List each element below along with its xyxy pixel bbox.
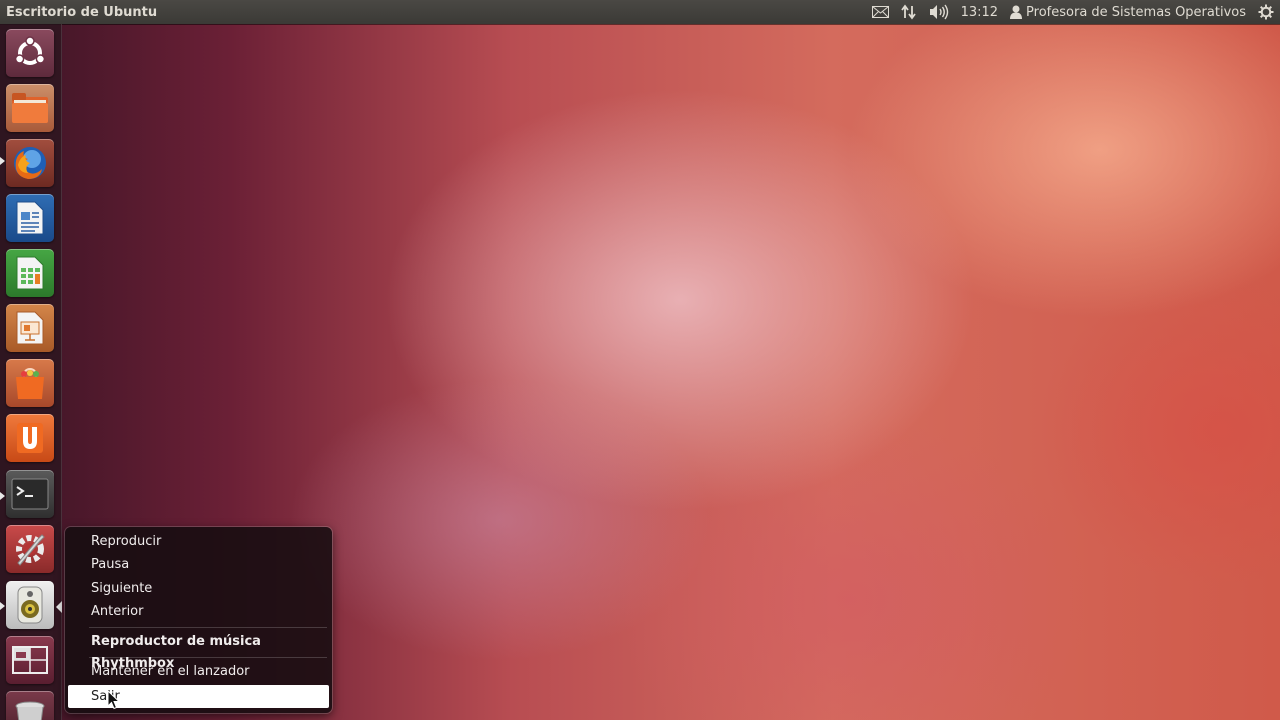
launcher-rhythmbox[interactable] [6,581,54,629]
session-gear-icon[interactable] [1252,0,1280,24]
user-name[interactable]: Profesora de Sistemas Operativos [1024,0,1252,24]
volume-icon[interactable] [923,0,955,24]
launcher-writer[interactable] [6,194,54,242]
menu-separator [89,627,327,628]
speaker-icon [17,586,43,624]
workspaces-icon [12,646,48,674]
launcher-workspace-switcher[interactable] [6,636,54,684]
menu-item-next[interactable]: Siguiente [91,578,152,600]
rhythmbox-quicklist: Reproducir Pausa Siguiente Anterior Repr… [65,527,332,713]
ubuntu-logo-icon [14,36,46,65]
clock[interactable]: 13:12 [955,0,1004,24]
settings-icon [16,534,45,566]
menu-item-keep-in-launcher[interactable]: Mantener en el lanzador [91,661,250,683]
trash-icon [15,701,45,720]
menu-item-pause[interactable]: Pausa [91,554,129,576]
launcher-system-settings[interactable] [6,525,54,573]
quicklist-pointer [56,601,62,613]
top-panel: Escritorio de Ubuntu 13:12 Profesora de … [0,0,1280,24]
menu-separator [89,657,327,658]
launcher [0,24,62,720]
launcher-dash-home[interactable] [6,29,54,77]
shopping-bag-icon [16,367,44,399]
running-indicator [0,157,5,165]
launcher-firefox[interactable] [6,139,54,187]
running-indicator [0,602,5,610]
launcher-calc[interactable] [6,249,54,297]
menu-item-app-title[interactable]: Reproductor de música Rhythmbox [91,631,332,671]
impress-icon [16,311,44,345]
calc-icon [16,256,44,290]
firefox-icon [14,147,46,179]
launcher-terminal[interactable] [6,470,54,518]
terminal-icon [11,478,49,510]
indicator-area: 13:12 Profesora de Sistemas Operativos [866,0,1280,24]
launcher-ubuntu-one[interactable] [6,414,54,462]
ubuntu-one-icon [17,423,43,453]
mail-icon[interactable] [866,0,895,24]
launcher-impress[interactable] [6,304,54,352]
folder-icon [12,93,48,123]
mouse-cursor-icon [107,690,121,710]
launcher-files[interactable] [6,84,54,132]
window-title: Escritorio de Ubuntu [6,4,158,20]
running-indicator [0,492,5,500]
network-icon[interactable] [895,0,923,24]
writer-icon [16,201,44,235]
menu-item-previous[interactable]: Anterior [91,601,143,623]
user-icon [1004,0,1024,24]
launcher-trash[interactable] [6,691,54,720]
menu-item-play[interactable]: Reproducir [91,531,161,553]
launcher-software-center[interactable] [6,359,54,407]
